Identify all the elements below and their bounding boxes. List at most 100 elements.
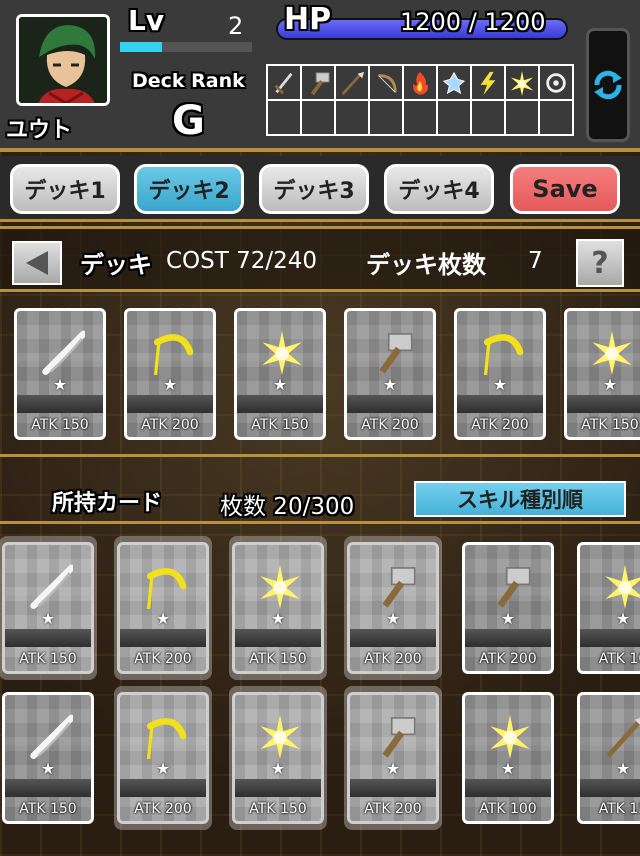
bow-icon bbox=[378, 73, 397, 93]
card-band bbox=[350, 779, 436, 797]
skill-card[interactable]: ★ ATK 150 bbox=[232, 542, 324, 674]
card-attack-value: ATK 200 bbox=[471, 417, 529, 433]
light-burst-icon bbox=[260, 714, 300, 759]
card-band bbox=[235, 779, 321, 797]
card-icon bbox=[142, 713, 188, 760]
card-attack-value: ATK 200 bbox=[134, 801, 192, 817]
card-rarity-star: ★ bbox=[270, 609, 286, 628]
equipment-slot[interactable] bbox=[506, 101, 538, 134]
equipment-slot[interactable] bbox=[268, 66, 300, 99]
card-icon bbox=[149, 329, 195, 376]
card-rarity-star: ★ bbox=[155, 759, 171, 778]
skill-card[interactable]: ★ ATK 200 bbox=[462, 542, 554, 674]
skill-card[interactable]: ★ ATK 150 bbox=[234, 308, 326, 440]
skill-card[interactable]: ★ ATK 150 bbox=[2, 692, 94, 824]
card-icon bbox=[487, 713, 533, 759]
card-icon bbox=[372, 563, 418, 609]
refresh-icon bbox=[594, 70, 622, 100]
player-name: ユウト bbox=[6, 118, 73, 143]
skill-card[interactable]: ★ ATK 200 bbox=[344, 308, 436, 440]
equipment-slot[interactable] bbox=[540, 66, 572, 99]
sort-by-skill-button[interactable]: スキル種別順 bbox=[414, 481, 626, 517]
card-icon bbox=[372, 713, 418, 759]
card-rarity-star: ★ bbox=[602, 375, 618, 394]
deck-card-row: ★ ATK 150 ★ ATK 200 ★ ATK 150 ★ ATK 200 ★ ATK 200… bbox=[0, 296, 640, 452]
skill-card[interactable]: ★ ATK 10 bbox=[577, 542, 640, 674]
card-band bbox=[580, 779, 640, 797]
card-rarity-star: ★ bbox=[162, 375, 178, 394]
equipment-slot[interactable] bbox=[540, 101, 572, 134]
hammer-icon bbox=[310, 71, 330, 95]
skill-card[interactable]: ★ ATK 200 bbox=[124, 308, 216, 440]
skill-card[interactable]: ★ ATK 200 bbox=[347, 542, 439, 674]
scythe-icon bbox=[146, 568, 187, 610]
refresh-button[interactable] bbox=[586, 28, 630, 142]
level-label: Lv bbox=[128, 4, 165, 37]
card-rarity-star: ★ bbox=[500, 609, 516, 628]
card-rarity-star: ★ bbox=[272, 375, 288, 394]
equipment-slot[interactable] bbox=[302, 66, 334, 99]
equipment-slot[interactable] bbox=[404, 101, 436, 134]
light-burst-icon bbox=[592, 330, 632, 375]
equipment-slot[interactable] bbox=[336, 101, 368, 134]
equipment-slot[interactable] bbox=[268, 101, 300, 134]
card-attack-value: ATK 200 bbox=[134, 651, 192, 667]
skill-card[interactable]: ★ ATK 150 bbox=[232, 692, 324, 824]
equipment-slot[interactable] bbox=[438, 66, 470, 99]
skill-card[interactable]: ★ ATK 150 bbox=[14, 308, 106, 440]
prev-deck-button[interactable] bbox=[12, 241, 62, 285]
skill-card[interactable]: ★ ATK 200 bbox=[117, 542, 209, 674]
card-icon bbox=[27, 563, 75, 609]
owned-cards-label: 所持カード bbox=[52, 491, 163, 516]
deck-rank-label: Deck Rank bbox=[132, 70, 245, 92]
skill-card[interactable]: ★ ATK 200 bbox=[117, 692, 209, 824]
tab-deck-1[interactable]: デッキ1 bbox=[10, 164, 120, 214]
equipment-slot[interactable] bbox=[472, 101, 504, 134]
left-arrow-icon bbox=[26, 251, 48, 275]
xp-bar bbox=[120, 42, 252, 52]
skill-card[interactable]: ★ ATK 150 bbox=[564, 308, 640, 440]
card-attack-value: ATK 150 bbox=[249, 651, 307, 667]
card-icon bbox=[369, 329, 415, 375]
card-band bbox=[127, 395, 213, 413]
equipment-slot[interactable] bbox=[506, 66, 538, 99]
deck-tabs: デッキ1 デッキ2 デッキ3 デッキ4 Save bbox=[0, 156, 640, 222]
skill-card[interactable]: ★ ATK 150 bbox=[2, 542, 94, 674]
equipment-slot[interactable] bbox=[370, 101, 402, 134]
tab-deck-3[interactable]: デッキ3 bbox=[259, 164, 369, 214]
card-band bbox=[465, 779, 551, 797]
sword-slash-icon bbox=[30, 714, 75, 759]
equipment-slot[interactable] bbox=[302, 101, 334, 134]
card-icon bbox=[257, 713, 303, 759]
tab-deck-2[interactable]: デッキ2 bbox=[134, 164, 244, 214]
card-icon bbox=[589, 329, 635, 375]
tab-deck-4[interactable]: デッキ4 bbox=[384, 164, 494, 214]
card-icon bbox=[487, 563, 533, 609]
card-band bbox=[457, 395, 543, 413]
equipment-slot[interactable] bbox=[370, 66, 402, 99]
card-attack-value: ATK 150 bbox=[249, 801, 307, 817]
card-icon bbox=[257, 563, 303, 609]
spear-icon bbox=[341, 71, 365, 95]
skill-card[interactable]: ★ ATK 15 bbox=[577, 692, 640, 824]
card-attack-value: ATK 150 bbox=[251, 417, 309, 433]
level-value: 2 bbox=[228, 12, 244, 40]
avatar[interactable] bbox=[16, 14, 110, 106]
card-attack-value: ATK 200 bbox=[141, 417, 199, 433]
card-band bbox=[17, 395, 103, 413]
card-attack-value: ATK 200 bbox=[364, 801, 422, 817]
card-icon bbox=[259, 329, 305, 375]
sword-icon bbox=[274, 72, 293, 94]
save-button[interactable]: Save bbox=[510, 164, 620, 214]
help-button[interactable]: ? bbox=[576, 239, 624, 287]
skill-card[interactable]: ★ ATK 100 bbox=[462, 692, 554, 824]
card-band bbox=[235, 629, 321, 647]
equipment-slot[interactable] bbox=[472, 66, 504, 99]
wind-icon bbox=[546, 72, 566, 93]
card-icon bbox=[142, 563, 188, 610]
skill-card[interactable]: ★ ATK 200 bbox=[347, 692, 439, 824]
equipment-slot[interactable] bbox=[438, 101, 470, 134]
skill-card[interactable]: ★ ATK 200 bbox=[454, 308, 546, 440]
equipment-slot[interactable] bbox=[404, 66, 436, 99]
equipment-slot[interactable] bbox=[336, 66, 368, 99]
